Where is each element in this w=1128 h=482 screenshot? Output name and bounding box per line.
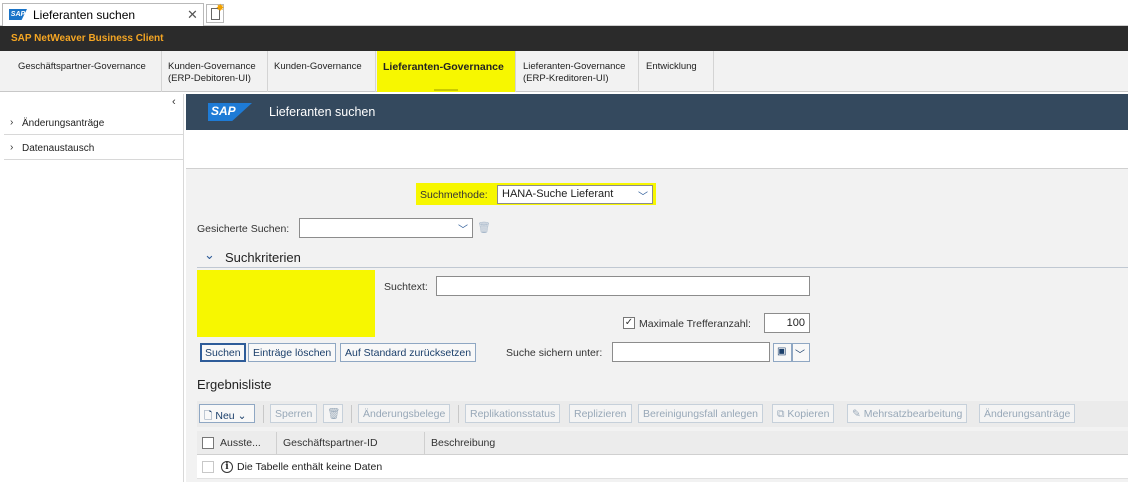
sidebar-item-label: Änderungsanträge — [22, 118, 105, 129]
mass-edit-label: Mehrsatzbearbeitung — [863, 408, 963, 420]
mass-edit-button[interactable]: ✎ Mehrsatzbearbeitung — [847, 404, 968, 423]
search-method-select[interactable]: HANA-Suche Lieferant ﹀ — [497, 185, 653, 204]
create-cleanup-case-button[interactable]: Bereinigungsfall anlegen — [638, 404, 764, 423]
clear-entries-button[interactable]: Einträge löschen — [248, 343, 337, 362]
save-search-dropdown[interactable]: ﹀ — [792, 343, 810, 362]
page-title: Lieferanten suchen — [269, 105, 376, 119]
column-divider[interactable] — [424, 432, 425, 454]
highlight-marker — [197, 270, 375, 337]
new-star-icon: ✸ — [216, 3, 225, 14]
sidebar-item-datenaustausch[interactable]: › Datenaustausch — [4, 135, 184, 160]
tab-geschaeftspartner-governance[interactable]: Geschäftspartner-Governance — [12, 51, 162, 92]
top-navigation: Geschäftspartner-Governance Kunden-Gover… — [0, 51, 1128, 92]
tab-entwicklung[interactable]: Entwicklung — [640, 51, 714, 92]
delete-icon[interactable]: 🗑 — [477, 221, 491, 234]
save-search-label: Suche sichern unter: — [506, 347, 603, 359]
replicate-button[interactable]: Replizieren — [569, 404, 632, 423]
copy-icon: ⧉ — [777, 408, 785, 420]
create-cleanup-case-label: Bereinigungsfall anlegen — [643, 408, 759, 420]
max-hits-value: 100 — [786, 317, 805, 329]
search-method-value: HANA-Suche Lieferant — [502, 188, 614, 200]
tab-label: Entwicklung — [646, 61, 697, 72]
lock-button-label: Sperren — [275, 408, 313, 420]
chevron-down-icon: ﹀ — [638, 192, 648, 203]
search-method-label: Suchmethode: — [420, 189, 488, 201]
sidebar-item-label: Datenaustausch — [22, 143, 95, 154]
new-button-label: Neu — [215, 410, 235, 422]
collapse-section-icon[interactable]: ⌄ — [204, 247, 215, 263]
tab-label: Geschäftspartner-Governance — [18, 61, 146, 72]
tab-label: Kunden-Governance — [274, 61, 362, 72]
pencil-icon: ✎ — [852, 408, 861, 420]
chevron-down-icon: ﹀ — [458, 225, 468, 236]
tab-lieferanten-governance[interactable]: Lieferanten-Governance — [377, 51, 516, 92]
reset-default-label: Auf Standard zurücksetzen — [345, 347, 472, 359]
clear-entries-label: Einträge löschen — [253, 347, 332, 359]
new-doc-icon: 🗋 — [204, 410, 213, 422]
max-hits-input[interactable]: 100 — [764, 313, 810, 333]
change-documents-label: Änderungsbelege — [363, 408, 446, 420]
copy-button[interactable]: ⧉ Kopieren — [772, 404, 835, 423]
search-button-label: Suchen — [205, 347, 241, 359]
results-title: Ergebnisliste — [197, 377, 272, 392]
sidebar-item-aenderungsantraege[interactable]: › Änderungsanträge — [4, 110, 184, 135]
sap-favicon-icon: SAP — [9, 9, 27, 20]
replicate-label: Replizieren — [574, 408, 627, 420]
column-divider[interactable] — [276, 432, 277, 454]
column-header[interactable]: Ausste... — [220, 437, 261, 449]
empty-table-message: Die Tabelle enthält keine Daten — [237, 461, 383, 473]
info-icon: i — [221, 461, 233, 473]
close-tab-icon[interactable]: ✕ — [187, 7, 198, 23]
chevron-right-icon: › — [10, 142, 14, 153]
column-header[interactable]: Beschreibung — [431, 437, 495, 449]
change-requests-label: Änderungsanträge — [984, 408, 1071, 420]
change-requests-button[interactable]: Änderungsanträge — [979, 404, 1076, 423]
max-hits-checkbox[interactable]: ✓ — [623, 317, 635, 329]
tab-sublabel: (ERP-Debitoren-UI) — [168, 73, 251, 84]
delete-button[interactable]: 🗑 — [323, 404, 343, 423]
replication-status-label: Replikationsstatus — [470, 408, 556, 420]
tab-label: Lieferanten-Governance — [383, 61, 504, 73]
toolbar-separator — [458, 405, 459, 423]
section-divider — [197, 267, 1128, 268]
new-tab-button[interactable]: ✸ — [206, 3, 225, 23]
column-header[interactable]: Geschäftspartner-ID — [283, 437, 378, 449]
saved-searches-select[interactable]: ﹀ — [299, 218, 473, 238]
browser-tab[interactable]: SAP Lieferanten suchen ✕ — [2, 3, 204, 26]
trash-icon: 🗑 — [327, 408, 341, 420]
toolbar-separator — [263, 405, 264, 423]
section-title: Suchkriterien — [225, 250, 301, 265]
chevron-right-icon: › — [10, 117, 14, 128]
left-panel: › Änderungsanträge › Datenaustausch — [4, 94, 184, 482]
chevron-down-icon: ⌄ — [237, 410, 247, 422]
change-documents-button[interactable]: Änderungsbelege — [358, 404, 451, 423]
replication-status-button[interactable]: Replikationsstatus — [465, 404, 561, 423]
collapse-panel-icon[interactable]: ‹ — [172, 96, 176, 108]
copy-button-label: Kopieren — [787, 408, 830, 420]
toolbar-separator — [351, 405, 352, 423]
max-hits-label: Maximale Trefferanzahl: — [639, 318, 751, 330]
nwbc-header: SAP NetWeaver Business Client — [0, 26, 1128, 51]
tab-label: Kunden-Governance — [168, 61, 256, 72]
tab-label: Lieferanten-Governance — [523, 61, 626, 72]
search-button[interactable]: Suchen — [200, 343, 246, 362]
save-search-input[interactable] — [612, 342, 770, 362]
new-button[interactable]: 🗋 Neu ⌄ — [199, 404, 255, 423]
saved-searches-label: Gesicherte Suchen: — [197, 223, 290, 235]
search-text-label: Suchtext: — [384, 281, 428, 293]
search-text-input[interactable] — [436, 276, 810, 296]
nwbc-title: SAP NetWeaver Business Client — [11, 33, 164, 44]
tab-sublabel: (ERP-Kreditoren-UI) — [523, 73, 609, 84]
browser-tab-title: Lieferanten suchen — [33, 8, 136, 22]
row-checkbox[interactable] — [202, 461, 214, 473]
lock-button[interactable]: Sperren — [270, 404, 318, 423]
save-icon: ▣ — [777, 346, 787, 357]
reset-default-button[interactable]: Auf Standard zurücksetzen — [340, 343, 477, 362]
chevron-down-icon: ﹀ — [795, 350, 805, 361]
save-search-button[interactable]: ▣ — [773, 343, 792, 362]
tab-kunden-governance-erp[interactable]: Kunden-Governance (ERP-Debitoren-UI) — [162, 51, 268, 92]
tab-lieferanten-governance-erp[interactable]: Lieferanten-Governance (ERP-Kreditoren-U… — [517, 51, 639, 92]
select-all-checkbox[interactable] — [202, 437, 214, 449]
tab-kunden-governance[interactable]: Kunden-Governance — [268, 51, 376, 92]
